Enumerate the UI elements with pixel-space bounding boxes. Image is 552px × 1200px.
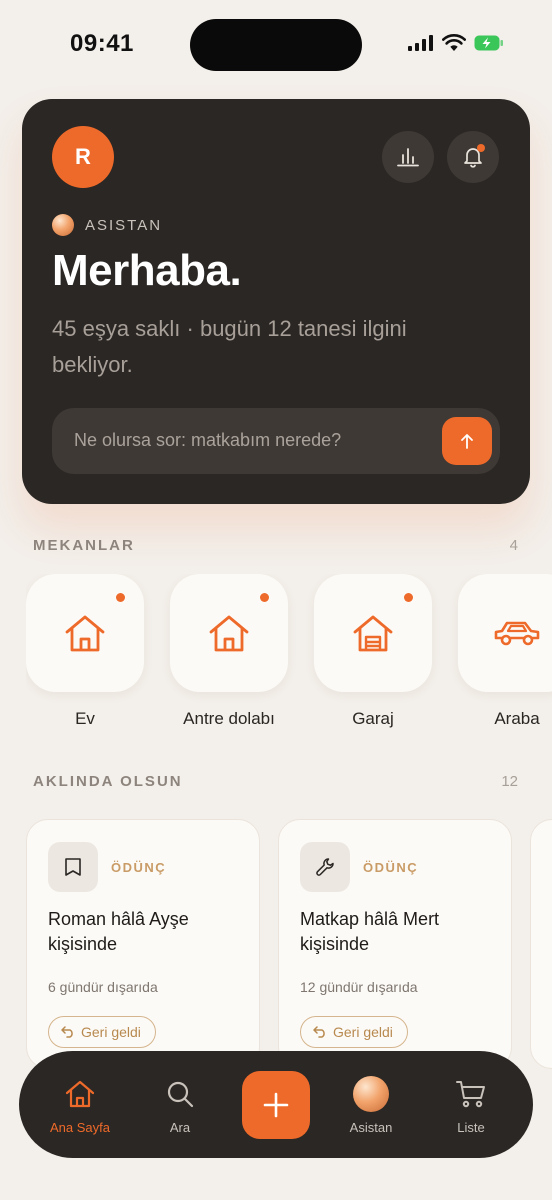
- garage-icon: [353, 615, 393, 652]
- car-icon: [494, 621, 540, 646]
- add-button[interactable]: [242, 1071, 310, 1139]
- home-icon: [65, 1080, 95, 1108]
- signal-icon: [408, 35, 433, 51]
- returned-button-label: Geri geldi: [333, 1024, 393, 1040]
- status-bar: 09:41: [0, 0, 552, 92]
- tab-search[interactable]: Ara: [145, 1078, 215, 1135]
- card-tag: ÖDÜNÇ: [111, 860, 167, 875]
- assistant-row: ASISTAN: [52, 214, 162, 236]
- arrow-up-icon: [461, 434, 473, 449]
- bar-chart-icon: [397, 148, 419, 167]
- wrench-icon: [316, 858, 334, 876]
- place-tile[interactable]: [458, 574, 552, 692]
- search-icon: [167, 1081, 194, 1108]
- send-button[interactable]: [442, 417, 492, 465]
- tab-list[interactable]: Liste: [436, 1078, 506, 1135]
- place-item-araba[interactable]: Araba: [458, 574, 552, 729]
- place-item-ev[interactable]: Ev: [26, 574, 144, 729]
- tab-bar: Ana Sayfa Ara Asistan Liste: [19, 1051, 533, 1158]
- reminders-row: ÖDÜNÇ Roman hâlâ Ayşe kişisinde 6 gündür…: [26, 819, 552, 1069]
- returned-button[interactable]: Geri geldi: [300, 1016, 408, 1048]
- reminders-count: 12: [501, 773, 518, 790]
- card-icon-box: [48, 842, 98, 892]
- place-label: Garaj: [352, 709, 394, 728]
- reminder-card[interactable]: ÖDÜNÇ Matkap hâlâ Mert kişisinde 12 günd…: [278, 819, 512, 1069]
- card-title: Roman hâlâ Ayşe kişisinde: [48, 909, 189, 954]
- ask-placeholder: Ne olursa sor: matkabım nerede?: [74, 430, 342, 450]
- place-label: Antre dolabı: [183, 709, 275, 728]
- place-dot: [116, 593, 125, 602]
- place-label: Ev: [75, 709, 95, 728]
- place-tile[interactable]: [314, 574, 432, 692]
- tab-home[interactable]: Ana Sayfa: [45, 1078, 115, 1135]
- returned-button[interactable]: Geri geldi: [48, 1016, 156, 1048]
- card-meta: 12 gündür dışarıda: [300, 979, 418, 995]
- reminders-section-title: AKLINDA OLSUN: [33, 773, 183, 790]
- place-tile[interactable]: [170, 574, 288, 692]
- places-row: Ev Antre dolabı Garaj Araba: [26, 574, 552, 734]
- place-dot: [260, 593, 269, 602]
- battery-charging-icon: [474, 35, 503, 51]
- avatar[interactable]: R: [52, 126, 114, 188]
- reminder-card-partial[interactable]: [530, 819, 552, 1069]
- place-dot: [404, 593, 413, 602]
- plus-icon: [263, 1092, 289, 1118]
- tab-list-label: Liste: [457, 1120, 485, 1135]
- house-icon: [65, 615, 105, 652]
- ask-input[interactable]: Ne olursa sor: matkabım nerede?: [52, 408, 500, 474]
- status-icons: [408, 34, 504, 52]
- notifications-button[interactable]: [447, 131, 499, 183]
- reminder-card[interactable]: ÖDÜNÇ Roman hâlâ Ayşe kişisinde 6 gündür…: [26, 819, 260, 1069]
- place-item-garaj[interactable]: Garaj: [314, 574, 432, 729]
- assistant-orb-icon: [52, 214, 74, 236]
- greeting-subtitle: 45 eşya saklı · bugün 12 tanesi ilgini b…: [52, 316, 407, 377]
- hero-card: R ASISTAN Merhaba. 45 eşya saklı · bugün…: [22, 99, 530, 504]
- place-tile[interactable]: [26, 574, 144, 692]
- stats-button[interactable]: [382, 131, 434, 183]
- places-count: 4: [509, 537, 518, 554]
- status-time: 09:41: [70, 30, 134, 57]
- tab-assistant-label: Asistan: [349, 1120, 393, 1135]
- house-icon: [209, 615, 249, 652]
- tab-assistant[interactable]: Asistan: [336, 1076, 406, 1135]
- book-icon: [65, 858, 81, 876]
- places-section-title: MEKANLAR: [33, 537, 135, 554]
- card-title: Matkap hâlâ Mert kişisinde: [300, 909, 440, 954]
- notification-dot: [477, 144, 485, 152]
- place-item-antre-dolabi[interactable]: Antre dolabı: [170, 574, 288, 729]
- tab-search-label: Ara: [169, 1120, 191, 1135]
- assistant-label: ASISTAN: [85, 216, 163, 234]
- wifi-icon: [442, 34, 466, 51]
- card-meta: 6 gündür dışarıda: [48, 979, 158, 995]
- place-label: Araba: [494, 709, 540, 728]
- dynamic-island: [190, 19, 362, 71]
- returned-button-label: Geri geldi: [81, 1024, 141, 1040]
- card-tag: ÖDÜNÇ: [363, 860, 419, 875]
- assistant-orb-icon: [353, 1076, 389, 1112]
- greeting-title: Merhaba.: [52, 246, 242, 295]
- card-icon-box: [300, 842, 350, 892]
- tab-home-label: Ana Sayfa: [50, 1120, 110, 1135]
- undo-icon: [313, 1026, 325, 1038]
- cart-icon: [456, 1081, 485, 1108]
- undo-icon: [61, 1026, 73, 1038]
